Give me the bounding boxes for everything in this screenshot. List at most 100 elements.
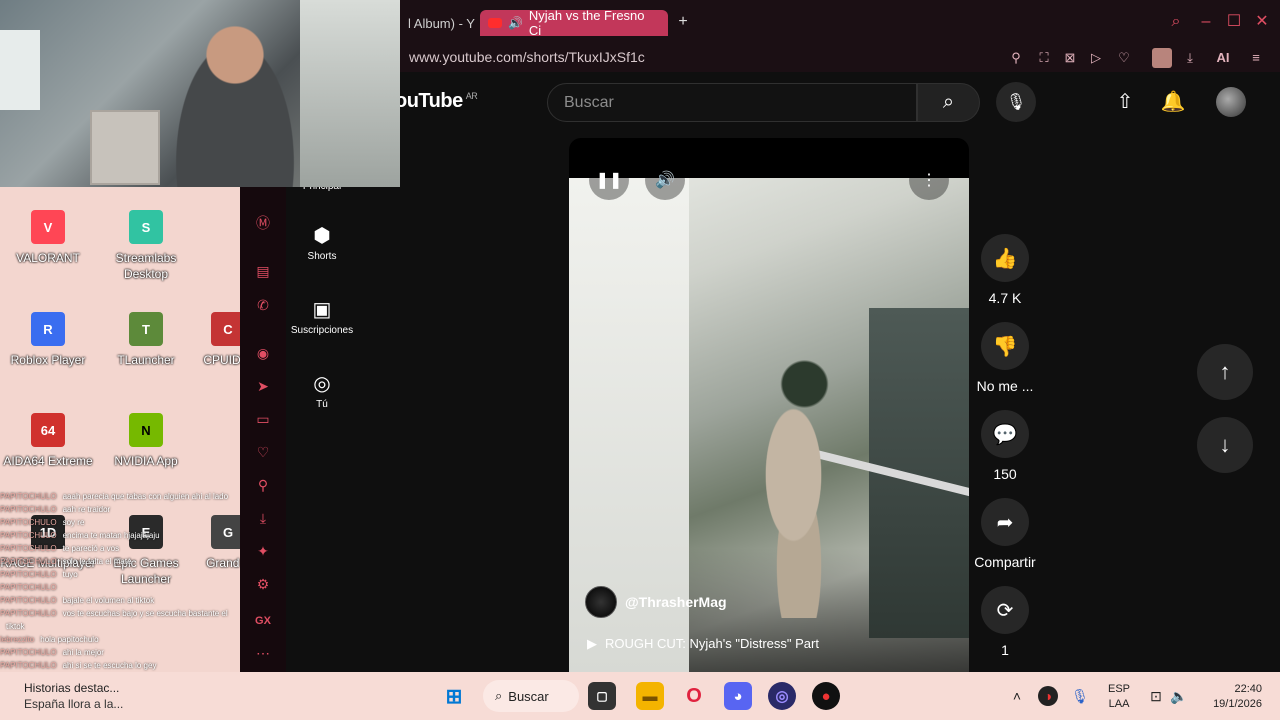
more-icon[interactable]: ⋯: [253, 643, 273, 663]
desktop-icon-aida64[interactable]: 64 AIDA64 Extreme: [0, 413, 96, 469]
ai-button[interactable]: AI: [1206, 48, 1240, 68]
upload-button[interactable]: ⇧: [1111, 88, 1139, 116]
desktop-icon-label: Streamlabs Desktop: [115, 251, 177, 281]
app-icon[interactable]: ●: [812, 682, 840, 710]
address-bar[interactable]: www.youtube.com/shorts/TkuxIJxSf1c ⚲ ⛶ ⊠…: [400, 44, 1280, 72]
youtube-logo[interactable]: ouTube AR: [395, 90, 478, 113]
search-box[interactable]: [547, 83, 917, 122]
nav-item-subscriptions[interactable]: ▣ Suscripciones: [286, 297, 358, 336]
speaker-icon: 🔊: [507, 16, 523, 30]
chat-text: encima te matan hjajajajaju: [62, 531, 160, 540]
voice-search-button[interactable]: 🎙: [996, 82, 1036, 122]
shorts-player[interactable]: ❚❚ 🔊 ⋮ @ThrasherMag ▶ ROUGH CUT: Nyjah's …: [569, 138, 969, 672]
channel-name[interactable]: @ThrasherMag: [625, 594, 727, 610]
opera-gx-icon[interactable]: O: [680, 682, 708, 710]
twitch-icon[interactable]: ▤: [253, 261, 273, 281]
tray-app-icon[interactable]: ◑: [1038, 686, 1058, 706]
arrow-up-icon: ↑: [1219, 359, 1231, 384]
chat-text: vos te escuchas bajo y se escucha bastan…: [62, 609, 228, 618]
file-explorer-icon[interactable]: ▬: [636, 682, 664, 710]
thumbs-up-icon[interactable]: 👍: [981, 234, 1029, 282]
tab-album[interactable]: l Album) - Y: [400, 10, 483, 36]
pin-icon[interactable]: ⚲: [1006, 48, 1026, 68]
whatsapp-icon[interactable]: ✆: [253, 295, 273, 315]
previous-short-button[interactable]: ↑: [1197, 344, 1253, 400]
url-text[interactable]: www.youtube.com/shorts/TkuxIJxSf1c: [409, 49, 645, 65]
search-input[interactable]: [548, 84, 916, 121]
channel-info[interactable]: @ThrasherMag: [585, 586, 727, 618]
player-icon[interactable]: ◉: [253, 343, 273, 363]
network-icon[interactable]: ⊡: [1146, 686, 1166, 706]
chat-message: PAPITOCHULO te pareció a vos: [0, 542, 240, 555]
volume-icon[interactable]: 🔈: [1169, 686, 1189, 706]
clock[interactable]: 22:40 19/1/2026: [1198, 682, 1262, 712]
chevron-up-icon[interactable]: ˄: [1007, 686, 1027, 706]
gx-icon[interactable]: GX: [253, 611, 273, 631]
chat-message: PAPITOCHULO soy re: [0, 516, 240, 529]
dislike-action[interactable]: 👎 No me ...: [969, 322, 1041, 394]
menu-icon[interactable]: ≡: [1246, 48, 1266, 68]
taskbar-search[interactable]: ⌕ Buscar: [483, 680, 579, 712]
windows-start-icon[interactable]: ⊞: [440, 682, 468, 710]
heart-icon[interactable]: ♡: [1114, 48, 1134, 68]
chat-text: bajale el volumen al tiktok: [62, 596, 155, 605]
youtube-icon: [488, 18, 502, 28]
maximize-icon[interactable]: ☐: [1224, 12, 1244, 32]
desktop-icon-nvidia[interactable]: N NVIDIA App: [98, 413, 194, 469]
mic-icon[interactable]: 🎙: [1070, 686, 1090, 706]
nav-item-you[interactable]: ◎ Tú: [286, 371, 358, 410]
remix-action[interactable]: ⟳ 1: [969, 586, 1041, 658]
more-options-button[interactable]: ⋮: [909, 160, 949, 200]
search-button[interactable]: ⌕: [917, 83, 980, 122]
account-avatar[interactable]: [1216, 87, 1246, 117]
notifications-bell-icon[interactable]: 🔔: [1159, 88, 1187, 116]
news-title: Historias destac...: [24, 681, 120, 695]
settings-icon[interactable]: ⚙: [253, 574, 273, 594]
desktop-icon-valorant[interactable]: V VALORANT: [0, 210, 96, 266]
volume-button[interactable]: 🔊: [645, 160, 685, 200]
adblock-icon[interactable]: ⊠: [1060, 48, 1080, 68]
chat-message: PAPITOCHULO aaah parecia que tabas con al…: [0, 490, 240, 503]
heart-icon[interactable]: ♡: [253, 442, 273, 462]
extension-avatar-icon[interactable]: [1152, 48, 1172, 68]
messenger-icon[interactable]: Ⓜ: [253, 213, 273, 233]
nav-item-shorts[interactable]: ⬢ Shorts: [286, 223, 358, 262]
mic-icon: 🎙: [1005, 94, 1027, 111]
extensions-icon[interactable]: ✦: [253, 541, 273, 561]
close-icon[interactable]: ✕: [1252, 12, 1272, 32]
minimize-icon[interactable]: –: [1196, 12, 1216, 32]
send-icon[interactable]: ▷: [1086, 48, 1106, 68]
desktop-icon-streamlabs[interactable]: S Streamlabs Desktop: [98, 210, 194, 282]
download-icon[interactable]: ⤓: [1180, 48, 1200, 68]
next-short-button[interactable]: ↓: [1197, 417, 1253, 473]
desktop-icon-cpuid[interactable]: C CPUID C: [180, 312, 240, 368]
video-title[interactable]: ▶ ROUGH CUT: Nyjah's "Distress" Part: [587, 636, 819, 652]
channel-avatar[interactable]: [585, 586, 617, 618]
send-icon[interactable]: ➤: [253, 376, 273, 396]
like-action[interactable]: 👍 4.7 K: [969, 234, 1041, 306]
desktop-icon-roblox[interactable]: R Roblox Player: [0, 312, 96, 368]
tab-youtube-short[interactable]: 🔊 Nyjah vs the Fresno Ci: [480, 8, 668, 38]
share-icon[interactable]: ➦: [981, 498, 1029, 546]
thumbs-down-icon[interactable]: 👎: [981, 322, 1029, 370]
chat-username: lebrezzito: [0, 635, 35, 644]
webcam-overlay: [0, 0, 400, 187]
remix-icon[interactable]: ⟳: [981, 586, 1029, 634]
new-tab-button[interactable]: +: [674, 14, 692, 32]
snapshot-icon[interactable]: ⛶: [1034, 48, 1054, 68]
share-action[interactable]: ➦ Compartir: [969, 498, 1041, 570]
discord-icon[interactable]: ◕: [724, 682, 752, 710]
comment-icon[interactable]: 💬: [981, 410, 1029, 458]
download-icon[interactable]: ⤓: [253, 508, 273, 528]
wallet-icon[interactable]: ▭: [253, 409, 273, 429]
search-icon[interactable]: ⌕: [1166, 12, 1186, 32]
pin-icon[interactable]: ⚲: [253, 475, 273, 495]
language-indicator[interactable]: ESP LAA: [1108, 682, 1130, 712]
pause-button[interactable]: ❚❚: [589, 160, 629, 200]
task-view-icon[interactable]: ▢: [588, 682, 616, 710]
chat-message: lebrezzito hola papitochulo: [0, 633, 240, 646]
comments-action[interactable]: 💬 150: [969, 410, 1041, 482]
news-widget[interactable]: Historias destac... España llora a la...: [24, 680, 194, 712]
obs-icon[interactable]: ◎: [768, 682, 796, 710]
desktop-icon-label: Roblox Player: [10, 353, 86, 367]
